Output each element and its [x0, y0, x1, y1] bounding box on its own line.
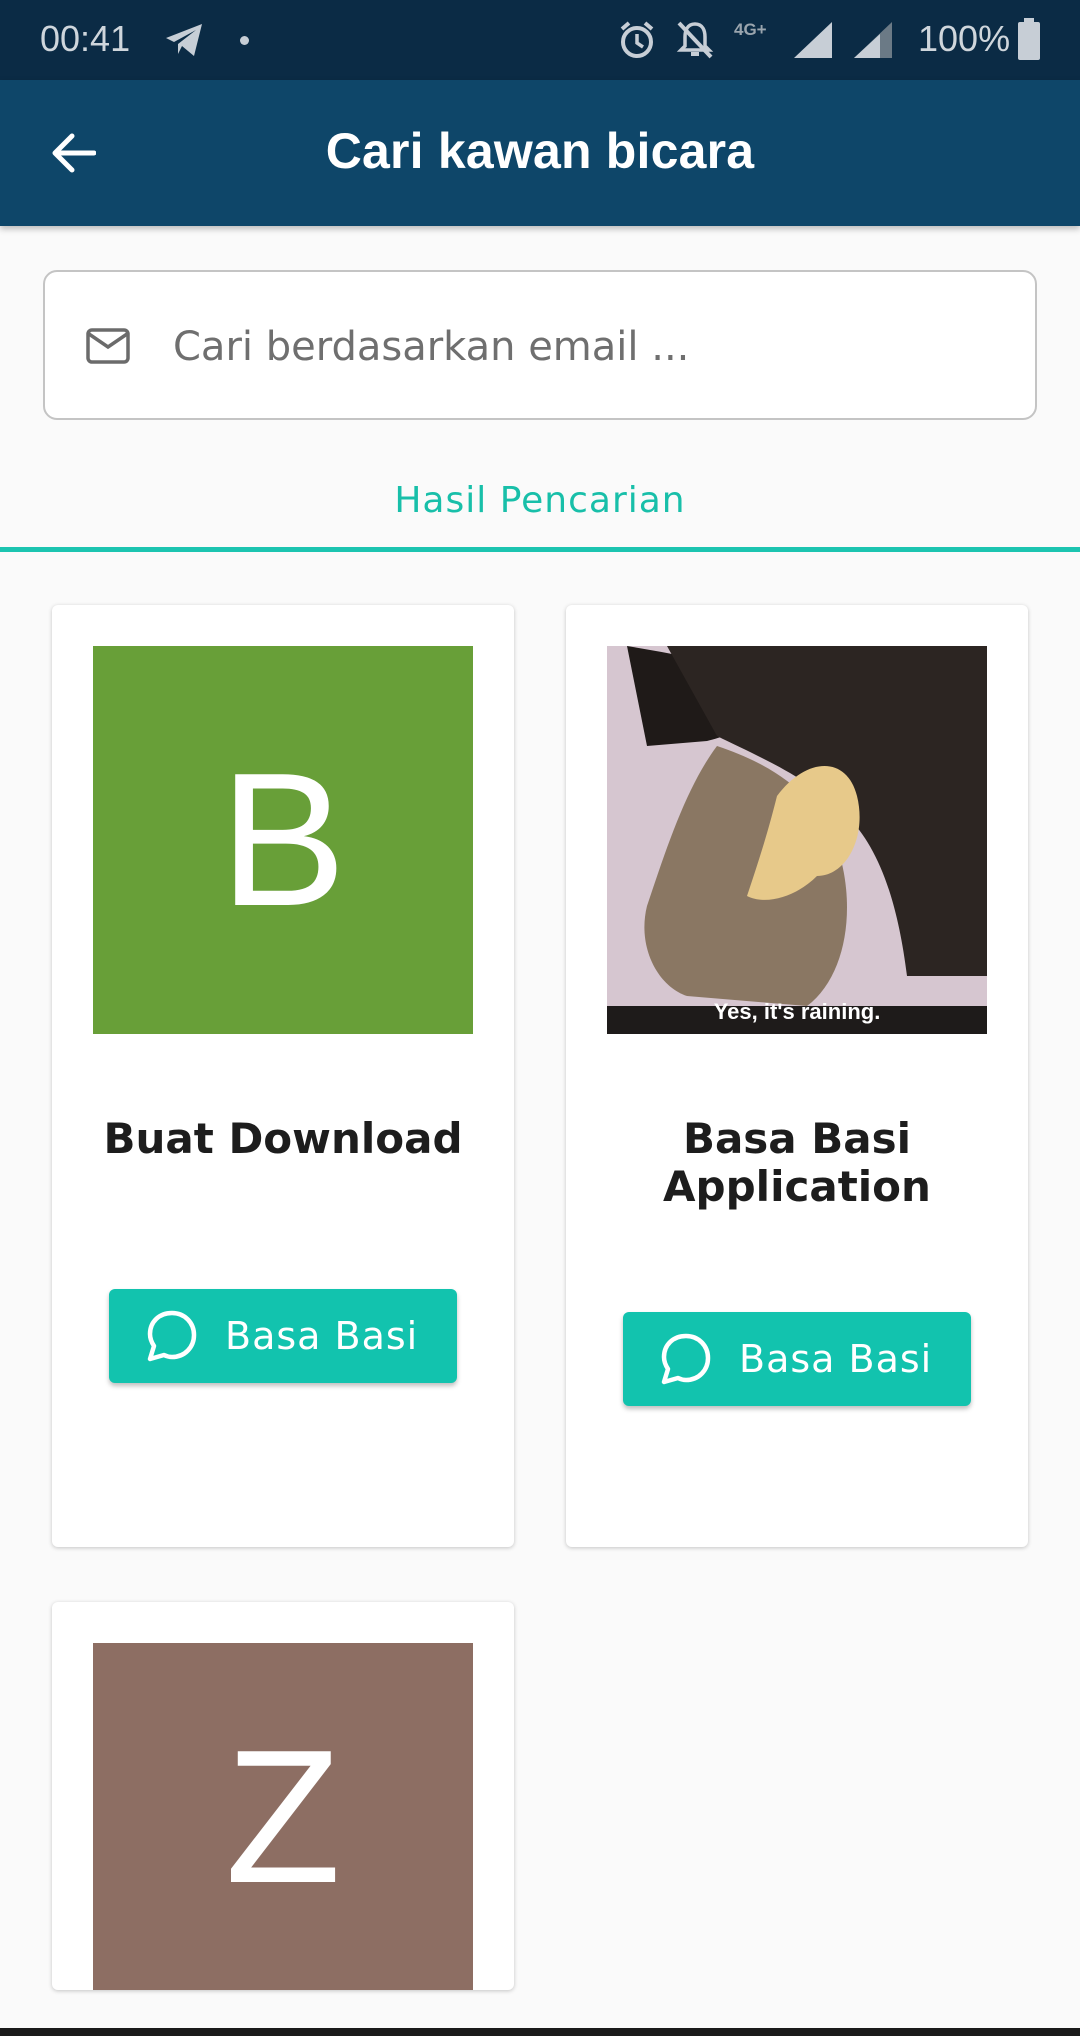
chat-bubble-icon — [661, 1333, 711, 1385]
battery-percent: 100% — [918, 18, 1011, 59]
chat-button-label: Basa Basi — [225, 1314, 419, 1358]
tab-indicator — [0, 547, 1080, 552]
result-card: Yes, it's raining. Basa Basi Application… — [566, 605, 1028, 1547]
search-field[interactable] — [43, 270, 1037, 420]
app-bar: Cari kawan bicara — [0, 80, 1080, 226]
telegram-icon — [164, 22, 204, 63]
battery-icon — [1018, 18, 1040, 65]
avatar: B — [93, 646, 473, 1034]
alarm-icon — [618, 20, 656, 65]
chat-bubble-icon — [147, 1310, 197, 1362]
result-card: B Buat Download Basa Basi — [52, 605, 514, 1547]
status-bar: 00:41 4G+ 100% — [0, 0, 1080, 80]
search-input[interactable] — [173, 292, 993, 402]
chat-button[interactable]: Basa Basi — [623, 1312, 971, 1406]
bell-off-icon — [676, 20, 714, 65]
network-type: 4G+ — [734, 20, 767, 39]
tab-label: Hasil Pencarian — [394, 480, 686, 521]
status-time: 00:41 — [40, 18, 131, 59]
user-name: Basa Basi Application — [663, 1114, 931, 1211]
signal-2-icon — [852, 20, 894, 65]
page-title: Cari kawan bicara — [325, 123, 755, 179]
signal-icon — [792, 20, 834, 65]
profile-image: Yes, it's raining. — [607, 646, 987, 1034]
avatar-photo: Yes, it's raining. — [607, 646, 987, 1034]
chat-button[interactable]: Basa Basi — [109, 1289, 457, 1383]
navigation-bar-edge — [0, 2028, 1080, 2036]
tab-search-results[interactable]: Hasil Pencarian — [0, 460, 1080, 552]
avatar-letter: B — [219, 734, 347, 946]
caption-text: Yes, it's raining. — [714, 999, 881, 1024]
mail-icon — [85, 326, 131, 368]
user-name: Buat Download — [103, 1114, 463, 1163]
result-card: Z — [52, 1602, 514, 1990]
avatar: Z — [93, 1643, 473, 1990]
notification-dot-icon — [240, 36, 249, 45]
avatar-letter: Z — [224, 1710, 342, 1923]
chat-button-label: Basa Basi — [739, 1337, 933, 1381]
